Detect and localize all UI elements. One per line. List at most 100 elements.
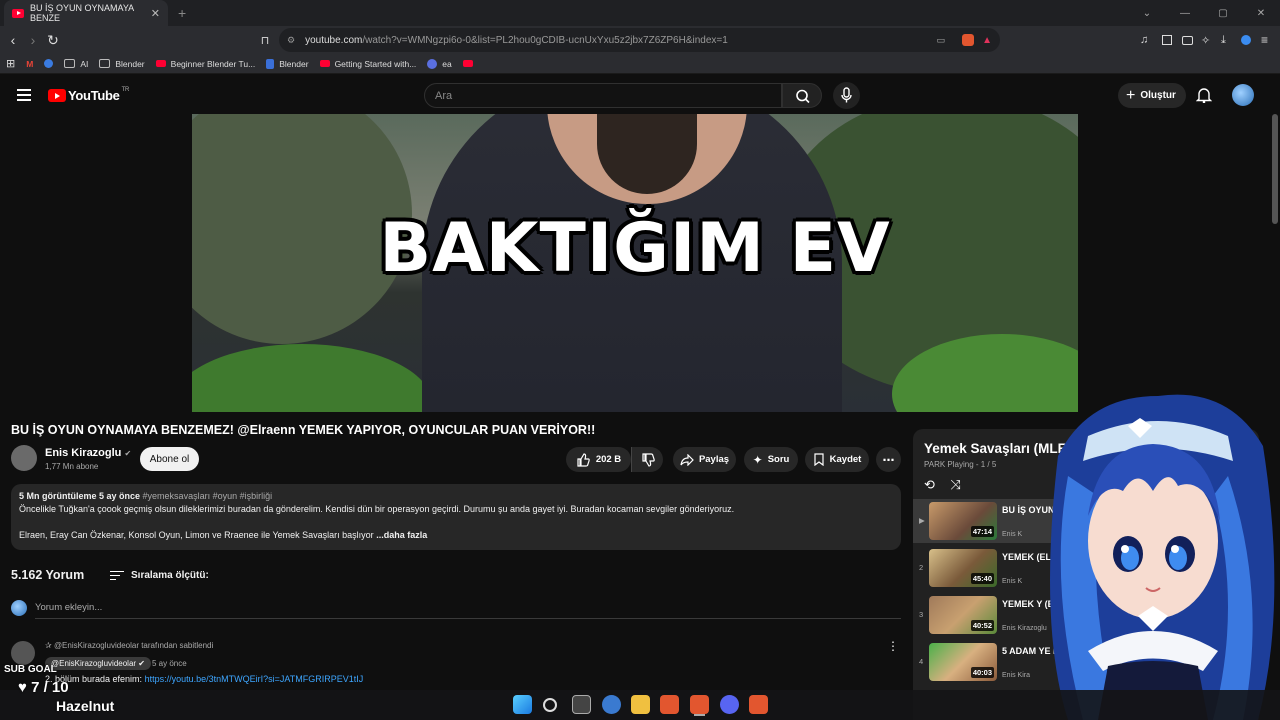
bookmark-getting-started[interactable]: Getting Started with... [319,59,416,69]
sidebar-icon[interactable] [1162,35,1172,45]
youtube-favicon-icon [12,8,24,18]
save-bookmark-icon [814,453,824,466]
voice-search-button[interactable] [833,82,860,109]
gmail-icon[interactable]: M [26,59,33,69]
bookmark-blender-folder[interactable]: Blender [99,59,145,69]
subscribe-button[interactable]: Abone ol [140,447,199,471]
bookmark-ai[interactable]: AI [64,59,88,69]
menu-icon[interactable]: ≡ [1261,33,1268,47]
windows-taskbar [0,690,1280,720]
taskbar-search-icon[interactable] [543,698,557,712]
youtube-favicon-icon [155,60,166,67]
video-description[interactable]: 5 Mn görüntüleme 5 ay önce #yemeksavaşla… [11,484,901,550]
account-avatar[interactable] [1232,84,1254,106]
close-window-icon[interactable]: ✕ [1242,8,1280,19]
task-view-icon[interactable] [572,695,591,714]
brave-browser-icon[interactable] [660,695,679,714]
verified-icon: ✔ [138,659,145,668]
vpn-icon[interactable] [1241,35,1251,45]
forward-icon[interactable]: › [23,32,43,48]
leo-icon[interactable]: ✧ [1201,34,1210,47]
brave-rewards-icon[interactable]: ▲ [982,35,992,46]
youtube-logo[interactable]: YouTube TR [48,87,129,103]
video-overlay-text: BAKTIĞIM EV [379,209,891,288]
browser-tab[interactable]: BU İŞ OYUN OYNAMAYA BENZE ✕ [4,0,168,26]
minimize-icon[interactable]: — [1166,8,1204,19]
search-input[interactable]: Ara [424,83,782,108]
search-icon [796,89,810,104]
hashtags[interactable]: #yemeksavaşları #oyun #işbirliği [143,491,273,501]
media-icon[interactable]: ♫ [1140,34,1148,46]
comment-input-underline [35,618,901,619]
site-info-icon[interactable]: ⚙ [287,35,295,46]
subscriber-count: 1,77 Mn abone [45,462,99,471]
sparkle-icon: ✦ [752,452,763,467]
bookmark-youtube[interactable] [462,60,478,67]
playlist-subtitle: PARK Playing - 1 / 5 [924,460,997,469]
hamburger-menu-icon[interactable] [17,89,31,104]
share-button[interactable]: Paylaş [673,447,736,472]
bookmark-icon[interactable]: ⊓ [255,34,275,47]
like-button[interactable]: 202 B [566,447,631,472]
sub-goal-label: SUB GOAL [4,664,57,675]
share-icon [680,453,694,466]
dislike-button[interactable] [631,447,663,472]
video-player[interactable]: BAKTIĞIM EV [192,114,1078,412]
youtube-favicon-icon [462,60,473,67]
description-line-1: Öncelikle Tuğkan'a çoook geçmiş olsun di… [19,504,735,514]
streamer-name: Hazelnut [56,698,115,714]
sort-comments-button[interactable]: Sıralama ölçütü: [110,568,209,583]
shuffle-icon[interactable]: ⤨ [951,477,961,492]
sub-goal-value: ♥ 7 / 10 [18,679,69,696]
download-icon[interactable]: ⤓ [1221,34,1226,47]
playlist-thumbnail: 40:52 [929,596,997,634]
channel-avatar[interactable] [11,445,37,471]
verified-icon: ✔ [124,449,132,458]
comment-count: 5.162 Yorum [11,568,85,582]
cast-icon[interactable]: ▭ [936,35,945,46]
notifications-bell-icon[interactable] [1196,87,1212,103]
comment-time: 5 ay önce [152,659,187,668]
brave-browser-active-icon[interactable] [690,695,709,714]
discord-icon[interactable] [720,695,739,714]
bookmark-ea[interactable]: ea [427,58,452,69]
page-scrollbar[interactable] [1272,114,1278,224]
create-button[interactable]: + Oluştur [1118,83,1186,108]
show-more-link[interactable]: ...daha fazla [376,530,427,540]
search-button[interactable] [782,83,822,108]
url-field[interactable]: ⚙ youtube.com/watch?v=WMNgzpi6o-0&list=P… [279,28,1000,52]
brave-shields-icon[interactable] [962,34,974,46]
start-windows-icon[interactable] [513,695,532,714]
brave-browser-icon[interactable] [749,695,768,714]
doc-icon [266,58,275,69]
close-tab-icon[interactable]: ✕ [151,7,160,20]
ask-button[interactable]: ✦ Soru [744,447,798,472]
wallet-icon[interactable] [1182,35,1193,45]
save-button[interactable]: Kaydet [805,447,869,472]
folder-icon [64,59,76,68]
pinned-label: ✰ @EnisKirazogluvideolar tarafından sabi… [45,641,214,650]
reload-icon[interactable]: ↻ [43,32,63,49]
apps-icon[interactable]: ⊞ [6,57,15,70]
playlist-thumbnail: 40:03 [929,643,997,681]
settings-gear-icon[interactable] [602,695,621,714]
address-toolbar: ‹ › ↻ ⊓ ⚙ youtube.com/watch?v=WMNgzpi6o-… [0,26,1280,54]
comment-menu-icon[interactable]: ⋮ [887,639,899,653]
folder-icon [99,59,111,68]
new-tab-icon[interactable]: + [178,5,186,21]
loop-icon[interactable]: ⟲ [924,477,935,492]
tab-search-icon[interactable]: ⌄ [1128,8,1166,19]
comment-author-avatar[interactable] [11,641,35,665]
back-icon[interactable]: ‹ [3,32,23,48]
maximize-icon[interactable]: ▢ [1204,8,1242,19]
comment-link[interactable]: https://youtu.be/3tnMTWQEirI?si=JATMFGRI… [145,674,364,684]
add-comment-input[interactable]: Yorum ekleyin... [35,602,102,613]
pin-icon: ✰ [45,641,52,650]
edge-icon[interactable] [44,59,54,68]
file-explorer-icon[interactable] [631,695,650,714]
channel-name[interactable]: Enis Kirazoglu ✔ [45,447,131,459]
comment-author[interactable]: @EnisKirazogluvideolar ✔ [45,657,151,670]
bookmark-blender[interactable]: Blender [266,58,309,69]
bookmark-beginner-blender[interactable]: Beginner Blender Tu... [155,59,255,69]
more-actions-icon[interactable]: ⋯ [876,447,901,472]
